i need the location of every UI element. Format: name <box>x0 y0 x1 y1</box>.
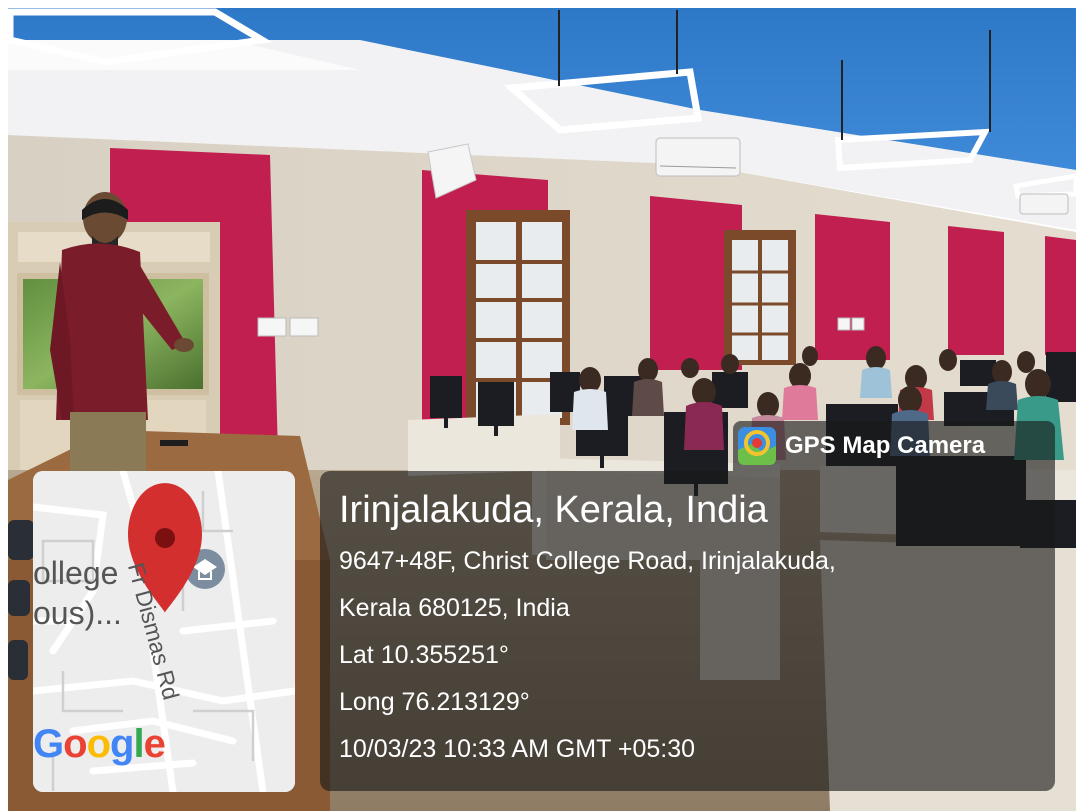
latitude-text: Lat 10.355251° <box>339 641 509 669</box>
address-line-1: 9647+48F, Christ College Road, Irinjalak… <box>339 547 836 575</box>
gps-map-camera-icon <box>738 427 776 465</box>
address-line-2: Kerala 680125, India <box>339 594 570 622</box>
datetime-text: 10/03/23 10:33 AM GMT +05:30 <box>339 735 696 763</box>
location-info-panel: Irinjalakuda, Kerala, India 9647+48F, Ch… <box>320 471 1055 791</box>
map-poi-label-line1: ollege <box>33 555 119 591</box>
map-poi-label-line2: ous)... <box>33 595 122 631</box>
app-badge: GPS Map Camera <box>733 421 1055 471</box>
google-logo: Google <box>33 722 166 767</box>
location-title: Irinjalakuda, Kerala, India <box>339 489 768 531</box>
google-logo-text: Google <box>33 722 166 766</box>
app-name: GPS Map Camera <box>785 432 986 459</box>
photo-frame: ollege ous)... Google Fr Dismas Rd GPS M… <box>0 0 1076 811</box>
longitude-text: Long 76.213129° <box>339 688 530 716</box>
